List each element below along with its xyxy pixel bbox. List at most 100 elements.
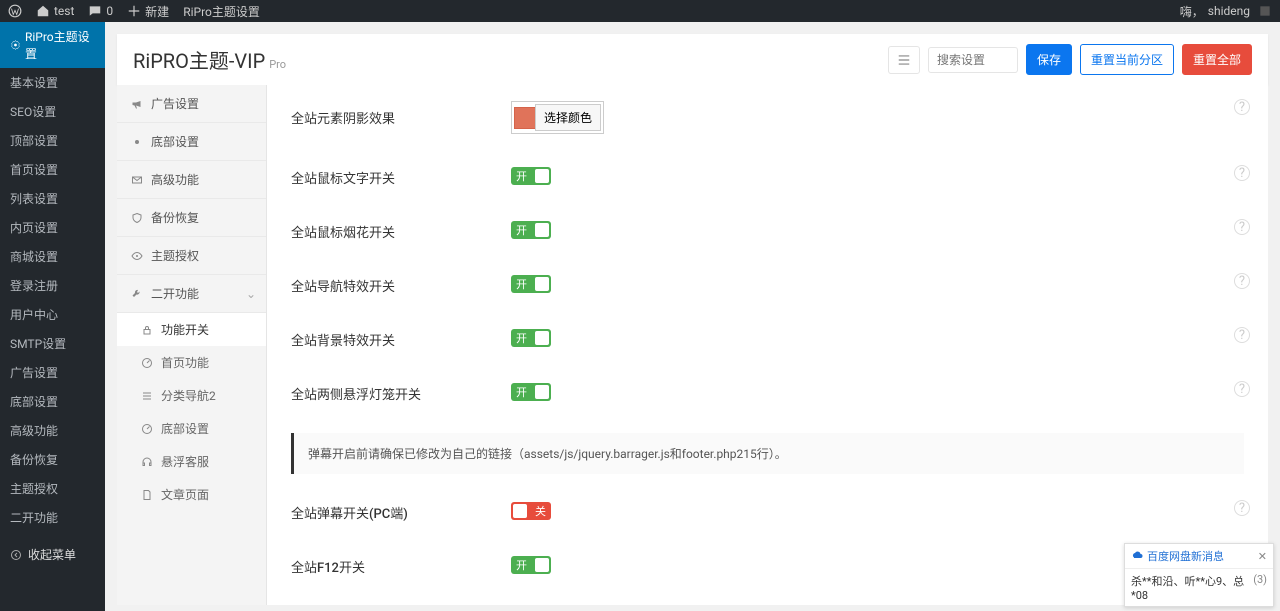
setting-label: 全站弹幕开关(PC端) xyxy=(291,503,511,522)
sidebar-item-2[interactable]: 顶部设置 xyxy=(0,126,105,155)
shield-icon xyxy=(131,212,143,224)
list-icon xyxy=(141,390,153,402)
help-icon[interactable]: ? xyxy=(1234,327,1250,343)
setting-label: 全站导航特效开关 xyxy=(291,276,511,295)
admin-bar: test 0 新建 RiPro主题设置 嗨，shideng xyxy=(0,0,1280,22)
help-icon[interactable]: ? xyxy=(1234,165,1250,181)
wp-logo[interactable] xyxy=(8,4,22,18)
setting-mouse_text: 全站鼠标文字开关开? xyxy=(267,151,1268,205)
help-icon[interactable]: ? xyxy=(1234,99,1250,115)
collapse-icon xyxy=(10,549,22,561)
panel-subnav-功能开关[interactable]: 功能开关 xyxy=(117,313,266,346)
sidebar-item-1[interactable]: SEO设置 xyxy=(0,97,105,126)
notification-popup: 百度网盘新消息 ✕ 杀**和沿、听**心9、总*08 (3) xyxy=(1124,543,1274,607)
reset-all-button[interactable]: 重置全部 xyxy=(1182,44,1252,75)
setting-label: 全站F12开关 xyxy=(291,557,511,576)
help-icon[interactable]: ? xyxy=(1234,273,1250,289)
help-icon[interactable]: ? xyxy=(1234,500,1250,516)
new-label: 新建 xyxy=(145,3,169,20)
panel-nav-备份恢复[interactable]: 备份恢复 xyxy=(117,199,266,237)
eye-icon xyxy=(131,250,143,262)
panel-nav-主题授权[interactable]: 主题授权 xyxy=(117,237,266,275)
panel-nav-高级功能[interactable]: 高级功能 xyxy=(117,161,266,199)
bullhorn-icon xyxy=(131,98,143,110)
collapse-menu[interactable]: 收起菜单 xyxy=(0,540,105,569)
save-button[interactable]: 保存 xyxy=(1026,44,1072,75)
setting-nav_fx: 全站导航特效开关开? xyxy=(267,259,1268,313)
panel-subnav-底部设置[interactable]: 底部设置 xyxy=(117,412,266,445)
dashboard-icon xyxy=(141,357,153,369)
setting-label: 全站鼠标文字开关 xyxy=(291,168,511,187)
setting-barrage: 全站弹幕开关(PC端)关? xyxy=(267,486,1268,540)
toggle[interactable]: 开 xyxy=(511,556,551,574)
user-greeting[interactable]: 嗨，shideng xyxy=(1180,3,1272,20)
toggle[interactable]: 开 xyxy=(511,383,551,401)
notif-count: (3) xyxy=(1253,573,1267,602)
search-input[interactable] xyxy=(928,47,1018,73)
notif-close[interactable]: ✕ xyxy=(1258,550,1267,563)
new-link[interactable]: 新建 xyxy=(127,3,169,20)
cloud-icon xyxy=(1131,550,1143,562)
list-icon xyxy=(897,53,911,67)
notif-title: 百度网盘新消息 xyxy=(1147,548,1224,564)
toggle[interactable]: 开 xyxy=(511,275,551,293)
panel-subnav-首页功能[interactable]: 首页功能 xyxy=(117,346,266,379)
sidebar-item-8[interactable]: 用户中心 xyxy=(0,300,105,329)
settings-nav: 广告设置底部设置高级功能备份恢复主题授权二开功能功能开关首页功能分类导航2底部设… xyxy=(117,85,267,605)
setting-label: 全站背景特效开关 xyxy=(291,330,511,349)
panel-nav-二开功能[interactable]: 二开功能 xyxy=(117,275,266,313)
sidebar-current[interactable]: RiPro主题设置 xyxy=(0,22,105,68)
color-swatch xyxy=(514,107,536,129)
reset-section-button[interactable]: 重置当前分区 xyxy=(1080,44,1174,75)
setting-label: 全站两侧悬浮灯笼开关 xyxy=(291,384,511,403)
panel-nav-广告设置[interactable]: 广告设置 xyxy=(117,85,266,123)
sidebar-item-9[interactable]: SMTP设置 xyxy=(0,329,105,358)
toggle[interactable]: 关 xyxy=(511,502,551,520)
sidebar-item-7[interactable]: 登录注册 xyxy=(0,271,105,300)
toggle[interactable]: 开 xyxy=(511,221,551,239)
setting-f12: 全站F12开关开? xyxy=(267,540,1268,594)
comments-link[interactable]: 0 xyxy=(88,4,113,18)
notice-box: 弹幕开启前请确保已修改为自己的链接（assets/js/jquery.barra… xyxy=(291,433,1244,474)
sidebar-item-13[interactable]: 备份恢复 xyxy=(0,445,105,474)
panel-subnav-悬浮客服[interactable]: 悬浮客服 xyxy=(117,445,266,478)
sidebar-item-6[interactable]: 商城设置 xyxy=(0,242,105,271)
gear-icon xyxy=(10,39,21,51)
page-icon xyxy=(141,489,153,501)
sidebar-item-15[interactable]: 二开功能 xyxy=(0,503,105,532)
setting-shadow: 全站元素阴影效果 选择颜色? xyxy=(267,85,1268,151)
toggle[interactable]: 开 xyxy=(511,167,551,185)
lock-icon xyxy=(141,324,153,336)
panel-subnav-文章页面[interactable]: 文章页面 xyxy=(117,478,266,511)
sidebar-item-12[interactable]: 高级功能 xyxy=(0,416,105,445)
toggle[interactable]: 开 xyxy=(511,329,551,347)
sidebar-item-0[interactable]: 基本设置 xyxy=(0,68,105,97)
main-content: RiPRO主题-VIPPro 保存 重置当前分区 重置全部 广告设置底部设置高级… xyxy=(105,22,1280,611)
color-select-button[interactable]: 选择颜色 xyxy=(535,104,601,131)
envelope-icon xyxy=(131,174,143,186)
color-picker[interactable]: 选择颜色 xyxy=(511,101,604,134)
panel-subnav-分类导航2[interactable]: 分类导航2 xyxy=(117,379,266,412)
setting-mouse_fire: 全站鼠标烟花开关开? xyxy=(267,205,1268,259)
site-home[interactable]: test xyxy=(36,4,74,18)
settings-panel: 全站元素阴影效果选择颜色?全站鼠标文字开关开?全站鼠标烟花开关开?全站导航特效开… xyxy=(267,85,1268,605)
help-icon[interactable]: ? xyxy=(1234,381,1250,397)
sidebar-item-3[interactable]: 首页设置 xyxy=(0,155,105,184)
panel-nav-底部设置[interactable]: 底部设置 xyxy=(117,123,266,161)
sidebar-item-10[interactable]: 广告设置 xyxy=(0,358,105,387)
sidebar-item-5[interactable]: 内页设置 xyxy=(0,213,105,242)
wp-admin-sidebar: RiPro主题设置 基本设置SEO设置顶部设置首页设置列表设置内页设置商城设置登… xyxy=(0,22,105,611)
sidebar-item-14[interactable]: 主题授权 xyxy=(0,474,105,503)
list-view-button[interactable] xyxy=(888,46,920,74)
site-name: test xyxy=(54,4,74,18)
dot-icon xyxy=(131,136,143,148)
setting-lantern: 全站两侧悬浮灯笼开关开? xyxy=(267,367,1268,421)
setting-label: 全站元素阴影效果 xyxy=(291,108,511,127)
headset-icon xyxy=(141,456,153,468)
sidebar-item-11[interactable]: 底部设置 xyxy=(0,387,105,416)
page-title: RiPRO主题-VIPPro xyxy=(133,45,286,74)
theme-link[interactable]: RiPro主题设置 xyxy=(183,3,260,20)
sidebar-item-4[interactable]: 列表设置 xyxy=(0,184,105,213)
help-icon[interactable]: ? xyxy=(1234,219,1250,235)
comments-count: 0 xyxy=(106,4,113,18)
